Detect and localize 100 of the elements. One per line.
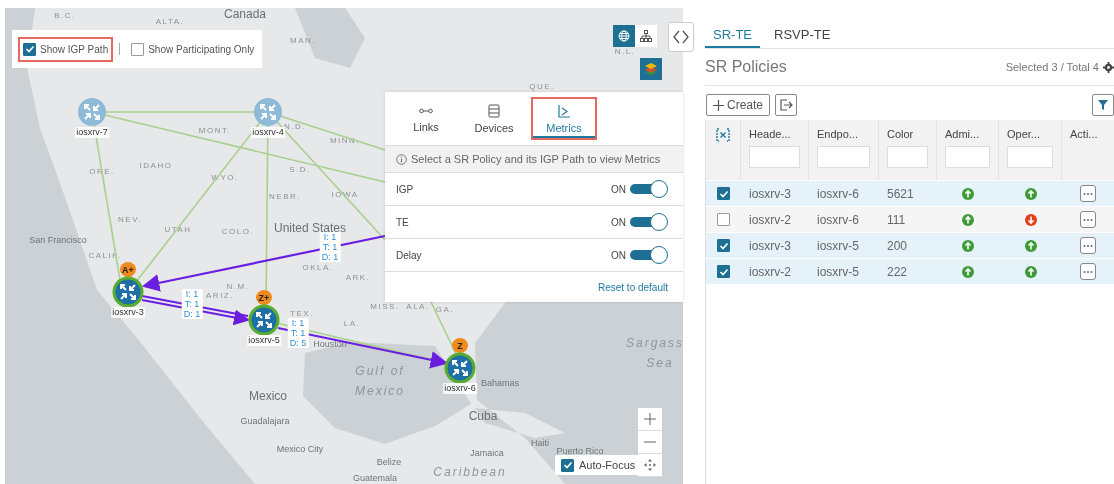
table-cell: iosxrv-5 bbox=[817, 264, 859, 279]
place-label: N.L. bbox=[614, 48, 636, 56]
check-icon bbox=[24, 44, 35, 54]
table-cell: 111 bbox=[887, 212, 906, 227]
filter-button[interactable] bbox=[1092, 94, 1114, 116]
place-label: OKLA. bbox=[302, 264, 334, 272]
place-label: San Francisco bbox=[29, 235, 87, 245]
place-label: Guatemala bbox=[353, 473, 397, 483]
place-label: ALTA. bbox=[155, 18, 185, 26]
server-icon bbox=[487, 103, 501, 118]
policy-tab[interactable]: RSVP-TE bbox=[766, 24, 839, 48]
place-label: Guadalajara bbox=[240, 416, 290, 426]
column-header[interactable]: Endpo... bbox=[817, 128, 870, 140]
more-actions-button[interactable] bbox=[1080, 211, 1096, 228]
table-cell: iosxrv-3 bbox=[749, 238, 791, 253]
place-label: COLO. bbox=[221, 228, 255, 236]
checkbox-option[interactable]: Show Participating Only bbox=[126, 36, 260, 62]
topology-button[interactable] bbox=[635, 25, 657, 47]
place-label: ALA. bbox=[406, 303, 430, 311]
place-label: Gulf of bbox=[355, 365, 405, 377]
column-header[interactable]: Oper... bbox=[1007, 128, 1053, 140]
toggle-switch[interactable] bbox=[628, 180, 668, 198]
row-checkbox[interactable] bbox=[717, 187, 730, 200]
column-filter-field[interactable] bbox=[887, 146, 928, 168]
column-filter-field[interactable] bbox=[749, 146, 800, 168]
column-filter-field[interactable] bbox=[817, 146, 870, 168]
layer-tab[interactable]: Links bbox=[395, 97, 457, 140]
table-cell: 5621 bbox=[887, 186, 914, 201]
ellipsis-icon bbox=[1083, 243, 1093, 248]
check-icon bbox=[718, 188, 729, 199]
node-label: iosxrv-5 bbox=[247, 335, 281, 346]
settings-icon[interactable] bbox=[1103, 61, 1114, 73]
place-label: ARK. bbox=[345, 274, 371, 282]
place-label: United States bbox=[274, 222, 346, 234]
info-icon bbox=[396, 153, 407, 165]
router-icon[interactable] bbox=[248, 304, 280, 336]
export-button[interactable] bbox=[775, 94, 798, 116]
hierarchy-icon bbox=[640, 30, 652, 42]
plus-icon bbox=[713, 99, 724, 111]
more-actions-button[interactable] bbox=[1080, 237, 1096, 254]
place-label: Mexico bbox=[355, 385, 405, 397]
ellipsis-icon bbox=[1083, 217, 1093, 222]
layer-tab[interactable]: Metrics bbox=[531, 97, 597, 140]
column-header[interactable]: Admi... bbox=[945, 128, 990, 140]
router-icon[interactable] bbox=[112, 276, 144, 308]
metric-label: I: 1 T: 1 D: 1 bbox=[181, 289, 203, 319]
place-label: Mexico bbox=[249, 390, 287, 402]
place-label: S.D. bbox=[289, 166, 311, 174]
export-icon bbox=[779, 98, 794, 112]
column-header[interactable]: Color bbox=[887, 128, 928, 140]
more-actions-button[interactable] bbox=[1080, 263, 1096, 280]
place-label: ARIZ. bbox=[206, 292, 234, 300]
place-label: Belize bbox=[376, 457, 402, 467]
reset-link[interactable]: Reset to default bbox=[597, 281, 668, 293]
clear-selection-icon[interactable] bbox=[716, 128, 730, 142]
collapse-button[interactable] bbox=[668, 22, 694, 52]
checkbox-option[interactable]: Show IGP Path bbox=[18, 36, 114, 62]
zoom-in-button[interactable] bbox=[638, 408, 662, 431]
layers-button[interactable] bbox=[640, 58, 662, 80]
column-filter-field[interactable] bbox=[1007, 146, 1053, 168]
place-label: Caribbean bbox=[433, 466, 507, 478]
column-header[interactable]: Acti... bbox=[1070, 128, 1106, 140]
node-label: iosxrv-3 bbox=[111, 307, 145, 318]
row-checkbox[interactable] bbox=[717, 239, 730, 252]
table-cell: iosxrv-5 bbox=[817, 238, 859, 253]
info-text: Select a SR Policy and its IGP Path to view Metrics bbox=[385, 146, 683, 173]
policy-tab[interactable]: SR-TE bbox=[705, 24, 760, 48]
toggle-label: Delay bbox=[396, 249, 423, 261]
check-icon bbox=[718, 266, 729, 277]
panel-title: SR Policies bbox=[705, 58, 788, 76]
table-row[interactable]: iosxrv-2 iosxrv-6 111 bbox=[706, 207, 1114, 232]
place-label: Puerto Rico bbox=[556, 446, 604, 456]
toggle-switch[interactable] bbox=[628, 246, 668, 264]
globe-button[interactable] bbox=[613, 25, 635, 47]
router-icon[interactable] bbox=[444, 352, 476, 384]
toggle-state: ON bbox=[611, 216, 626, 228]
row-checkbox[interactable] bbox=[717, 213, 730, 226]
layer-tab[interactable]: Devices bbox=[463, 97, 525, 140]
more-actions-button[interactable] bbox=[1080, 185, 1096, 202]
table-row[interactable]: iosxrv-3 iosxrv-6 5621 bbox=[706, 181, 1114, 206]
toggle-switch[interactable] bbox=[628, 213, 668, 231]
fit-view-icon bbox=[644, 459, 656, 471]
table-cell: iosxrv-6 bbox=[817, 186, 859, 201]
create-button[interactable]: Create bbox=[706, 94, 771, 116]
table-row[interactable]: iosxrv-2 iosxrv-5 222 bbox=[706, 259, 1114, 284]
place-label: Sargass bbox=[626, 337, 684, 349]
table-cell: 200 bbox=[887, 238, 908, 253]
place-label: NEBR. bbox=[269, 193, 301, 201]
layers-icon bbox=[644, 62, 658, 76]
table-row[interactable]: iosxrv-3 iosxrv-5 200 bbox=[706, 233, 1114, 258]
table-cell: iosxrv-2 bbox=[749, 264, 791, 279]
row-checkbox[interactable] bbox=[717, 265, 730, 278]
place-label: TEX. bbox=[290, 310, 314, 318]
globe-icon bbox=[618, 30, 630, 42]
column-filter-field[interactable] bbox=[945, 146, 990, 168]
column-header[interactable]: Heade... bbox=[749, 128, 800, 140]
chevrons-icon bbox=[672, 29, 690, 45]
place-label: N.M. bbox=[226, 283, 250, 291]
toggle-label: TE bbox=[396, 216, 410, 228]
check-icon bbox=[718, 240, 729, 251]
